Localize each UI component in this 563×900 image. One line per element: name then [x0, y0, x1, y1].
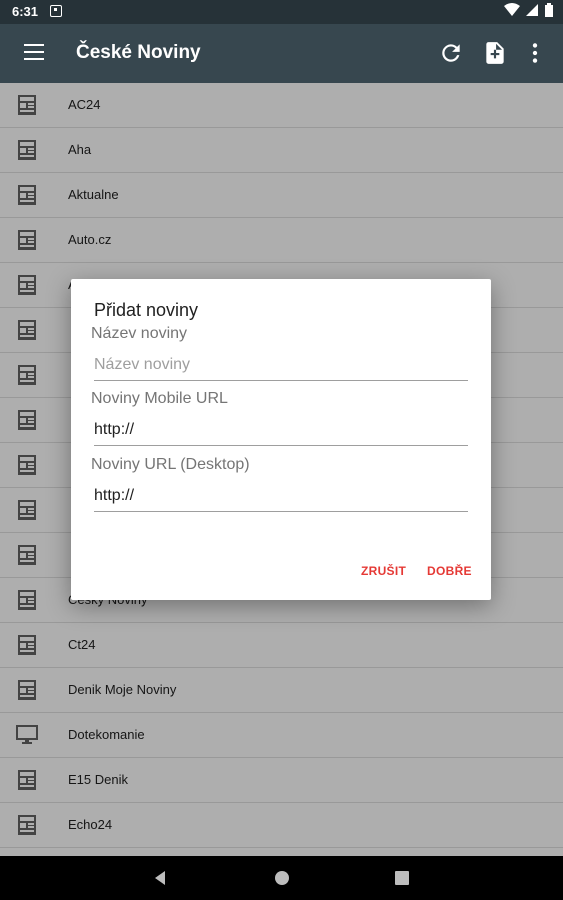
more-vert-icon[interactable]	[522, 40, 548, 66]
ok-button[interactable]: DOBŘE	[427, 564, 472, 578]
desktop-url-label: Noviny URL (Desktop)	[91, 456, 250, 473]
recents-icon[interactable]	[392, 868, 412, 888]
cancel-button[interactable]: ZRUŠIT	[361, 564, 406, 578]
name-label: Název noviny	[91, 325, 188, 342]
status-icons	[504, 3, 553, 17]
status-time: 6:31	[12, 4, 39, 19]
add-newspaper-dialog: Přidat noviny Název noviny Noviny Mobile…	[71, 279, 491, 600]
refresh-icon[interactable]	[438, 40, 464, 66]
wifi-icon	[504, 3, 520, 16]
add-document-icon[interactable]	[482, 40, 508, 66]
navigation-bar	[0, 856, 563, 900]
home-icon[interactable]	[272, 868, 292, 888]
status-bar: 6:31	[0, 0, 563, 24]
back-icon[interactable]	[150, 868, 170, 888]
notification-icon	[50, 5, 62, 17]
desktop-url-input[interactable]	[94, 481, 468, 512]
menu-icon[interactable]	[24, 44, 44, 62]
name-input[interactable]	[94, 350, 468, 381]
app-title: České Noviny	[76, 42, 201, 63]
mobile-url-input[interactable]	[94, 415, 468, 446]
battery-icon	[545, 3, 553, 17]
mobile-url-label: Noviny Mobile URL	[91, 390, 228, 407]
dialog-title: Přidat noviny	[94, 300, 199, 320]
signal-icon	[526, 4, 538, 16]
app-bar: České Noviny	[0, 24, 563, 83]
